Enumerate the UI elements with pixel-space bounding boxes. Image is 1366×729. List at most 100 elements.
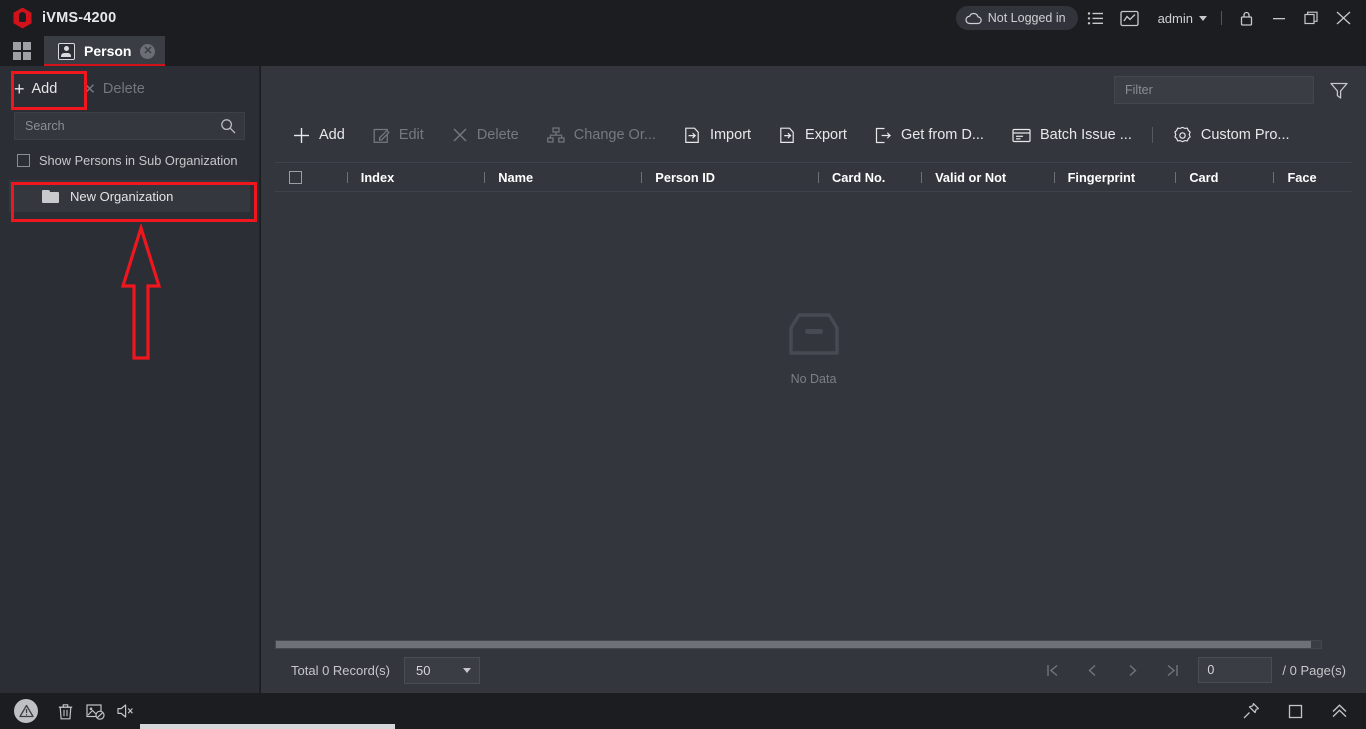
toolbar-delete-label: Delete <box>476 127 519 143</box>
image-blocked-icon[interactable] <box>80 696 110 726</box>
status-bar-right-actions <box>1236 696 1366 726</box>
app-title: iVMS-4200 <box>42 10 117 26</box>
last-page-icon[interactable] <box>1152 655 1192 685</box>
filter-funnel-icon[interactable] <box>1326 77 1352 103</box>
next-page-icon[interactable] <box>1112 655 1152 685</box>
maximize-icon[interactable] <box>1296 3 1326 33</box>
page-size-value: 50 <box>415 662 431 678</box>
column-header-name[interactable]: Name <box>484 162 641 192</box>
sidebar-add-button[interactable]: + Add <box>14 80 57 98</box>
search-icon[interactable] <box>220 118 236 134</box>
card-icon <box>1012 128 1031 143</box>
filter-field[interactable] <box>1125 83 1303 97</box>
window-square-icon[interactable] <box>1280 696 1310 726</box>
toolbar-custom-property-label: Custom Pro... <box>1200 127 1290 143</box>
close-icon <box>452 127 468 143</box>
page-number-input[interactable] <box>1198 657 1273 683</box>
speaker-muted-icon[interactable] <box>110 696 140 726</box>
sidebar-add-label: Add <box>31 81 58 97</box>
trash-icon[interactable] <box>50 696 80 726</box>
total-records-label: Total 0 Record(s) <box>291 662 390 678</box>
toolbar-change-organization-button[interactable]: Change Or... <box>533 114 670 156</box>
list-icon[interactable] <box>1080 3 1112 33</box>
column-header-person-id[interactable]: Person ID <box>641 162 818 192</box>
toolbar-delete-button[interactable]: Delete <box>438 114 533 156</box>
column-header-card[interactable]: Card <box>1175 162 1273 192</box>
column-header-valid-or-not[interactable]: Valid or Not <box>921 162 1054 192</box>
grid-icon[interactable] <box>0 36 44 66</box>
column-header-index[interactable]: Index <box>346 162 484 192</box>
filter-input[interactable] <box>1114 76 1314 104</box>
import-icon <box>684 127 701 144</box>
organization-sidebar: + Add ✕ Delete Show Persons in Sub Organ… <box>0 66 260 693</box>
get-from-device-icon <box>875 127 892 144</box>
sidebar-delete-button[interactable]: ✕ Delete <box>83 81 145 97</box>
tab-bar: Person ✕ <box>0 36 1366 66</box>
cloud-login-status[interactable]: Not Logged in <box>955 6 1078 30</box>
prev-page-icon[interactable] <box>1072 655 1112 685</box>
alert-triangle-icon[interactable] <box>14 699 38 723</box>
show-sub-org-checkbox[interactable] <box>17 154 30 167</box>
toolbar-edit-button[interactable]: Edit <box>359 114 438 156</box>
gear-icon <box>1173 126 1192 145</box>
chart-icon[interactable] <box>1114 3 1146 33</box>
empty-state-label: No Data <box>790 372 837 386</box>
sidebar-actions: + Add ✕ Delete <box>0 66 259 112</box>
empty-box-icon <box>783 312 845 358</box>
folder-icon <box>42 189 59 203</box>
first-page-icon[interactable] <box>1032 655 1072 685</box>
toolbar-change-org-label: Change Or... <box>573 127 656 143</box>
bottom-scrollbar[interactable] <box>140 724 395 729</box>
minimize-icon[interactable] <box>1264 3 1294 33</box>
tab-close-icon[interactable]: ✕ <box>140 43 156 59</box>
column-header-face[interactable]: Face <box>1273 162 1352 192</box>
chevron-down-icon <box>462 667 471 673</box>
pagination-controls: / 0 Page(s) <box>1032 655 1352 685</box>
toolbar-add-button[interactable]: Add <box>279 114 359 156</box>
hikvision-logo-icon <box>12 7 33 29</box>
app-logo: iVMS-4200 <box>0 7 117 29</box>
organization-item-new-organization[interactable]: New Organization <box>9 180 250 212</box>
filter-row <box>261 66 1366 114</box>
plus-icon: + <box>14 79 25 99</box>
toolbar-batch-issue-label: Batch Issue ... <box>1039 127 1132 143</box>
toolbar-import-label: Import <box>709 127 752 143</box>
toolbar-custom-property-button[interactable]: Custom Pro... <box>1159 114 1304 156</box>
person-table-header: Index Name Person ID Card No. Valid or N… <box>275 162 1352 192</box>
plus-icon <box>293 127 310 144</box>
column-label: Person ID <box>655 169 716 185</box>
chevron-down-icon <box>1199 15 1207 21</box>
select-all-checkbox[interactable] <box>289 170 302 184</box>
show-sub-org-label: Show Persons in Sub Organization <box>39 153 238 168</box>
tab-person[interactable]: Person ✕ <box>44 36 166 66</box>
page-size-select[interactable]: 50 <box>403 656 480 684</box>
pin-icon[interactable] <box>1236 696 1266 726</box>
column-header-fingerprint[interactable]: Fingerprint <box>1053 162 1176 192</box>
cloud-icon <box>965 12 982 25</box>
search-input[interactable] <box>14 112 245 140</box>
show-sub-org-checkbox-row[interactable]: Show Persons in Sub Organization <box>0 140 259 177</box>
close-icon: ✕ <box>83 80 96 98</box>
search-field[interactable] <box>25 119 220 133</box>
column-label: Valid or Not <box>935 169 1007 185</box>
column-label: Card No. <box>832 169 886 185</box>
toolbar-get-from-device-label: Get from D... <box>900 127 984 143</box>
toolbar-import-button[interactable]: Import <box>670 114 765 156</box>
person-toolbar: Add Edit Delete Change Or... Import Expo… <box>261 114 1366 156</box>
column-label: Card <box>1189 169 1219 185</box>
toolbar-export-label: Export <box>805 127 847 143</box>
user-menu[interactable]: admin <box>1148 11 1213 26</box>
toolbar-divider <box>1151 127 1153 143</box>
close-icon[interactable] <box>1328 3 1358 33</box>
toolbar-get-from-device-button[interactable]: Get from D... <box>861 114 998 156</box>
person-main-panel: Add Edit Delete <box>261 66 1366 693</box>
chevron-double-up-icon[interactable] <box>1324 696 1354 726</box>
toolbar-batch-issue-button[interactable]: Batch Issue ... <box>998 114 1146 156</box>
toolbar-export-button[interactable]: Export <box>765 114 861 156</box>
lock-icon[interactable] <box>1230 3 1262 33</box>
export-icon <box>779 127 796 144</box>
column-header-card-no[interactable]: Card No. <box>818 162 921 192</box>
column-label: Face <box>1287 169 1317 185</box>
status-bar <box>0 693 1366 729</box>
organization-item-label: New Organization <box>70 188 174 204</box>
